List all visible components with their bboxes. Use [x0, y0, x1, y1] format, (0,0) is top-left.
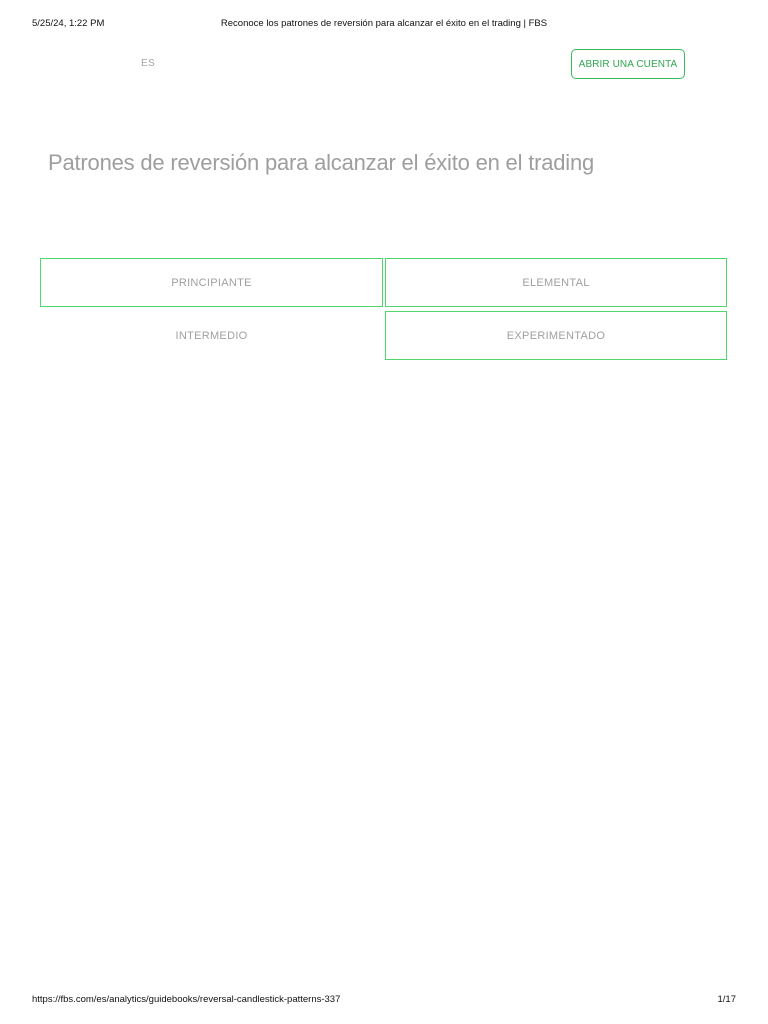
level-tab-experimentado[interactable]: EXPERIMENTADO — [385, 311, 727, 360]
level-tab-elemental[interactable]: ELEMENTAL — [385, 258, 727, 307]
print-header: 5/25/24, 1:22 PM Reconoce los patrones d… — [0, 18, 768, 32]
open-account-button[interactable]: ABRIR UNA CUENTA — [571, 49, 685, 79]
page-title: Patrones de reversión para alcanzar el é… — [48, 150, 595, 175]
level-tab-principiante[interactable]: PRINCIPIANTE — [40, 258, 383, 307]
page-indicator: 1/17 — [717, 994, 737, 1005]
print-url: https://fbs.com/es/analytics/guidebooks/… — [32, 994, 341, 1005]
print-document-title: Reconoce los patrones de reversión para … — [220, 18, 548, 29]
level-tab-intermedio[interactable]: INTERMEDIO — [40, 311, 383, 360]
level-tabs: PRINCIPIANTE ELEMENTAL INTERMEDIO EXPERI… — [40, 258, 727, 360]
language-selector[interactable]: ES — [141, 58, 155, 69]
site-header: ES ABRIR UNA CUENTA — [0, 49, 768, 81]
print-footer: https://fbs.com/es/analytics/guidebooks/… — [0, 994, 768, 1008]
